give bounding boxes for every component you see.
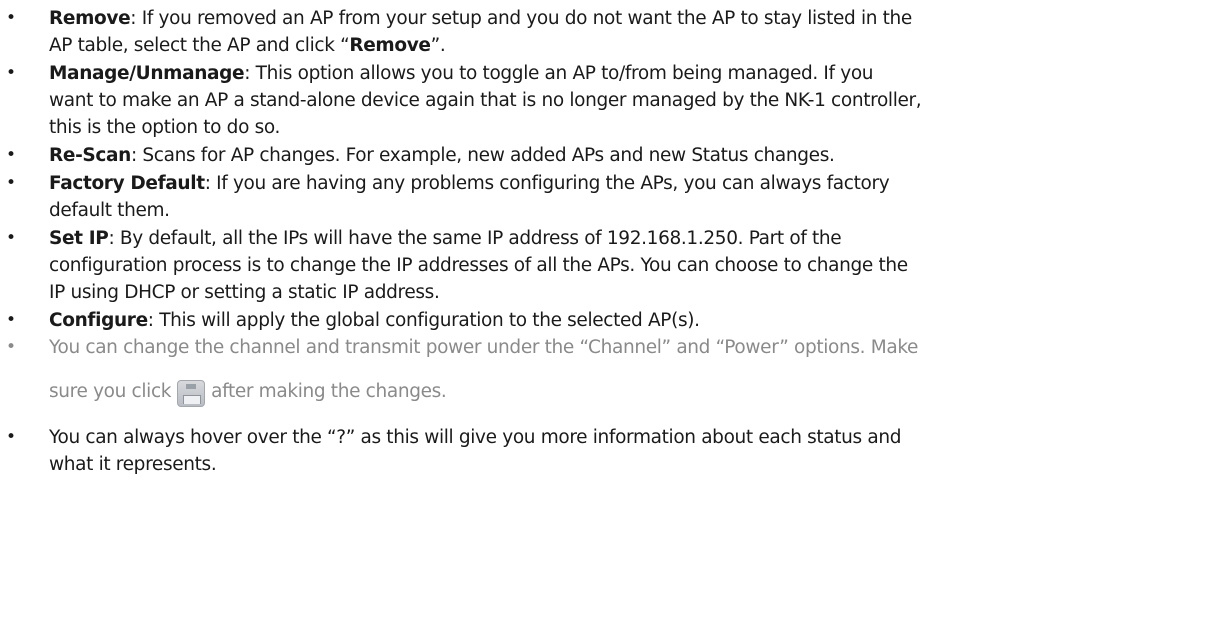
- list-item-text: Configure: This will apply the global co…: [49, 307, 1209, 334]
- bullet: •: [6, 63, 17, 83]
- list-item-text: You can change the channel and transmit …: [49, 334, 1209, 361]
- bullet: •: [6, 427, 17, 447]
- list-item-text: Manage/Unmanage: This option allows you …: [49, 60, 1209, 87]
- description-line: You can change the channel and transmit …: [49, 337, 919, 358]
- description-line: AP table, select the AP and click “: [49, 35, 350, 56]
- list-item-text: want to make an AP a stand-alone device …: [49, 87, 1209, 114]
- description-line: configuration process is to change the I…: [49, 255, 908, 276]
- document-page: • Remove: If you removed an AP from your…: [0, 0, 1217, 634]
- list-item-text: Re-Scan: Scans for AP changes. For examp…: [49, 142, 1209, 169]
- bullet: •: [6, 310, 17, 330]
- description-line: this is the option to do so.: [49, 117, 281, 138]
- description-line: : This will apply the global configurati…: [147, 310, 700, 331]
- description-line: : If you removed an AP from your setup a…: [130, 8, 912, 29]
- description-line: : Scans for AP changes. For example, new…: [130, 145, 835, 166]
- save-icon: [177, 380, 206, 407]
- list-item-text: You can always hover over the “?” as thi…: [49, 424, 1209, 451]
- bullet: •: [6, 8, 17, 28]
- description-line: : If you are having any problems configu…: [204, 173, 890, 194]
- list-item-text: configuration process is to change the I…: [49, 252, 1209, 279]
- term-re-scan: Re-Scan: [49, 145, 131, 166]
- term-configure: Configure: [49, 310, 148, 331]
- list-item-text: this is the option to do so.: [49, 114, 1209, 141]
- list-item-text: default them.: [49, 197, 1209, 224]
- term-factory-default: Factory Default: [49, 173, 205, 194]
- term-set-ip: Set IP: [49, 228, 109, 249]
- description-line: default them.: [49, 200, 170, 221]
- list-item-text: sure you click after making the changes.: [49, 378, 1209, 407]
- description-line: You can always hover over the “?” as thi…: [49, 427, 902, 448]
- term-remove: Remove: [49, 8, 131, 29]
- bullet: •: [6, 145, 17, 165]
- term-manage-unmanage: Manage/Unmanage: [49, 63, 245, 84]
- bullet: •: [6, 228, 17, 248]
- list-item-text: what it represents.: [49, 451, 1209, 478]
- list-item-text: AP table, select the AP and click “Remov…: [49, 32, 1209, 59]
- description-line: : This option allows you to toggle an AP…: [244, 63, 874, 84]
- term-remove-inline: Remove: [349, 35, 431, 56]
- list-item-text: Remove: If you removed an AP from your s…: [49, 5, 1209, 32]
- description-line: : By default, all the IPs will have the …: [108, 228, 842, 249]
- description-line: ”.: [430, 35, 446, 56]
- description-line: what it represents.: [49, 454, 217, 475]
- list-item-text: IP using DHCP or setting a static IP add…: [49, 279, 1209, 306]
- description-line: after making the changes.: [211, 381, 447, 402]
- bullet: •: [6, 337, 17, 357]
- bullet: •: [6, 173, 17, 193]
- list-item-text: Factory Default: If you are having any p…: [49, 170, 1209, 197]
- description-line: sure you click: [49, 381, 172, 402]
- list-item-text: Set IP: By default, all the IPs will hav…: [49, 225, 1209, 252]
- description-line: want to make an AP a stand-alone device …: [49, 90, 922, 111]
- description-line: IP using DHCP or setting a static IP add…: [49, 282, 440, 303]
